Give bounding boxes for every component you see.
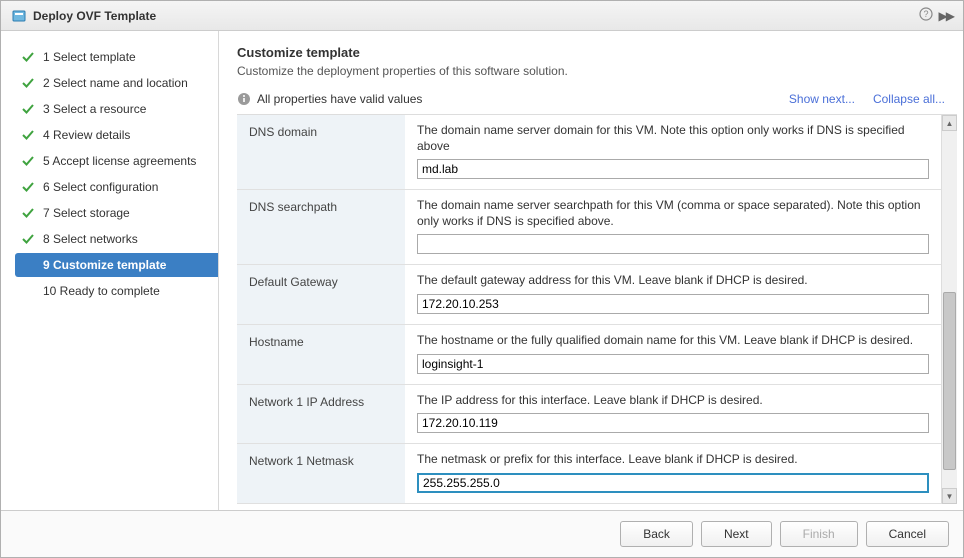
property-row: Hostname The hostname or the fully qualif…: [237, 325, 941, 385]
wizard-step-5[interactable]: 5 Accept license agreements: [15, 149, 218, 173]
panel-heading: Customize template: [237, 45, 945, 60]
footer: Back Next Finish Cancel: [1, 510, 963, 557]
finish-button: Finish: [780, 521, 858, 547]
step-label: 5 Accept license agreements: [43, 154, 196, 168]
panel-subheading: Customize the deployment properties of t…: [237, 64, 945, 78]
properties-area: DNS domain The domain name server domain …: [237, 114, 957, 504]
wizard-step-1[interactable]: 1 Select template: [15, 45, 218, 69]
property-name: DNS domain: [237, 115, 405, 189]
property-description: The domain name server searchpath for th…: [417, 198, 929, 229]
check-icon: [21, 128, 35, 142]
property-name: Network 1 IP Address: [237, 385, 405, 444]
wizard-step-3[interactable]: 3 Select a resource: [15, 97, 218, 121]
status-message: All properties have valid values: [257, 92, 771, 106]
ovf-deploy-window: Deploy OVF Template ? ▶▶ 1 Select templa…: [0, 0, 964, 558]
property-body: The hostname or the fully qualified doma…: [405, 325, 941, 384]
step-label: 3 Select a resource: [43, 102, 146, 116]
property-input[interactable]: [417, 354, 929, 374]
properties-scroll: DNS domain The domain name server domain …: [237, 115, 941, 504]
step-label: 9 Customize template: [43, 258, 166, 272]
property-input[interactable]: [417, 473, 929, 493]
property-description: The hostname or the fully qualified doma…: [417, 333, 929, 349]
wizard-step-4[interactable]: 4 Review details: [15, 123, 218, 147]
wizard-step-2[interactable]: 2 Select name and location: [15, 71, 218, 95]
panel-header: Customize template Customize the deploym…: [219, 31, 963, 88]
scroll-thumb[interactable]: [943, 292, 956, 471]
titlebar: Deploy OVF Template ? ▶▶: [1, 1, 963, 31]
property-body: The domain name server domain for this V…: [405, 115, 941, 189]
property-description: The domain name server domain for this V…: [417, 123, 929, 154]
property-input[interactable]: [417, 234, 929, 254]
property-input[interactable]: [417, 413, 929, 433]
property-name: DNS searchpath: [237, 190, 405, 264]
property-name: Default Gateway: [237, 265, 405, 324]
vertical-scrollbar[interactable]: ▲ ▼: [941, 115, 957, 504]
status-row: All properties have valid values Show ne…: [219, 88, 963, 114]
property-description: The IP address for this interface. Leave…: [417, 393, 929, 409]
body: 1 Select template 2 Select name and locat…: [1, 31, 963, 510]
property-body: The IP address for this interface. Leave…: [405, 385, 941, 444]
check-icon: [21, 76, 35, 90]
help-icon[interactable]: ?: [919, 7, 933, 24]
property-name: Network 1 Netmask: [237, 444, 405, 503]
wizard-step-9[interactable]: 9 Customize template: [15, 253, 218, 277]
check-icon: [21, 180, 35, 194]
ovf-icon: [11, 8, 27, 24]
wizard-step-10: 10 Ready to complete: [15, 279, 218, 303]
property-body: The default gateway address for this VM.…: [405, 265, 941, 324]
info-icon: [237, 92, 251, 106]
check-icon: [21, 206, 35, 220]
property-description: The netmask or prefix for this interface…: [417, 452, 929, 468]
property-row: Network 1 Netmask The netmask or prefix f…: [237, 444, 941, 504]
check-icon: [21, 154, 35, 168]
check-icon: [21, 102, 35, 116]
wizard-step-8[interactable]: 8 Select networks: [15, 227, 218, 251]
property-row: DNS searchpath The domain name server sea…: [237, 190, 941, 265]
scroll-track[interactable]: [942, 131, 957, 488]
expand-arrows-icon[interactable]: ▶▶: [939, 9, 953, 23]
step-label: 7 Select storage: [43, 206, 130, 220]
wizard-step-6[interactable]: 6 Select configuration: [15, 175, 218, 199]
property-body: The domain name server searchpath for th…: [405, 190, 941, 264]
wizard-steps: 1 Select template 2 Select name and locat…: [1, 31, 219, 510]
step-label: 1 Select template: [43, 50, 136, 64]
property-input[interactable]: [417, 294, 929, 314]
property-body: The netmask or prefix for this interface…: [405, 444, 941, 503]
step-label: 4 Review details: [43, 128, 130, 142]
next-button[interactable]: Next: [701, 521, 772, 547]
properties-table: DNS domain The domain name server domain …: [237, 115, 941, 504]
property-row: DNS domain The domain name server domain …: [237, 115, 941, 190]
svg-text:?: ?: [923, 9, 928, 19]
main-panel: Customize template Customize the deploym…: [219, 31, 963, 510]
check-icon: [21, 232, 35, 246]
step-label: 6 Select configuration: [43, 180, 158, 194]
back-button[interactable]: Back: [620, 521, 693, 547]
property-row: Network 1 IP Address The IP address for t…: [237, 385, 941, 445]
property-input[interactable]: [417, 159, 929, 179]
wizard-step-7[interactable]: 7 Select storage: [15, 201, 218, 225]
property-description: The default gateway address for this VM.…: [417, 273, 929, 289]
cancel-button[interactable]: Cancel: [866, 521, 949, 547]
property-name: Hostname: [237, 325, 405, 384]
collapse-all-link[interactable]: Collapse all...: [873, 92, 945, 106]
property-row: Default Gateway The default gateway addre…: [237, 265, 941, 325]
scroll-down-button[interactable]: ▼: [942, 488, 957, 504]
show-next-link[interactable]: Show next...: [789, 92, 855, 106]
window-title: Deploy OVF Template: [33, 9, 919, 23]
step-label: 8 Select networks: [43, 232, 138, 246]
scroll-up-button[interactable]: ▲: [942, 115, 957, 131]
step-label: 10 Ready to complete: [43, 284, 160, 298]
step-label: 2 Select name and location: [43, 76, 188, 90]
check-icon: [21, 50, 35, 64]
